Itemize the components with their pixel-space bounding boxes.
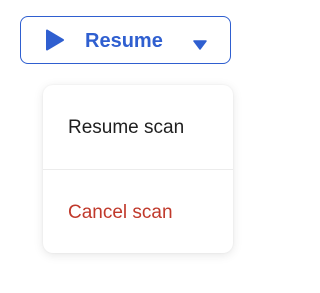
menu-item-label: Resume scan — [68, 117, 185, 138]
menu-item-resume-scan[interactable]: Resume scan — [43, 85, 233, 169]
resume-split-button[interactable]: Resume — [20, 16, 231, 64]
play-icon — [45, 29, 65, 51]
resume-button-label: Resume — [85, 30, 163, 52]
menu-item-cancel-scan[interactable]: Cancel scan — [43, 170, 233, 254]
scan-actions: Resume Resume scan Cancel scan — [0, 0, 257, 293]
dropdown-menu: Resume scan Cancel scan — [43, 85, 233, 253]
chevron-down-icon[interactable] — [193, 37, 207, 50]
menu-item-label: Cancel scan — [68, 202, 173, 223]
